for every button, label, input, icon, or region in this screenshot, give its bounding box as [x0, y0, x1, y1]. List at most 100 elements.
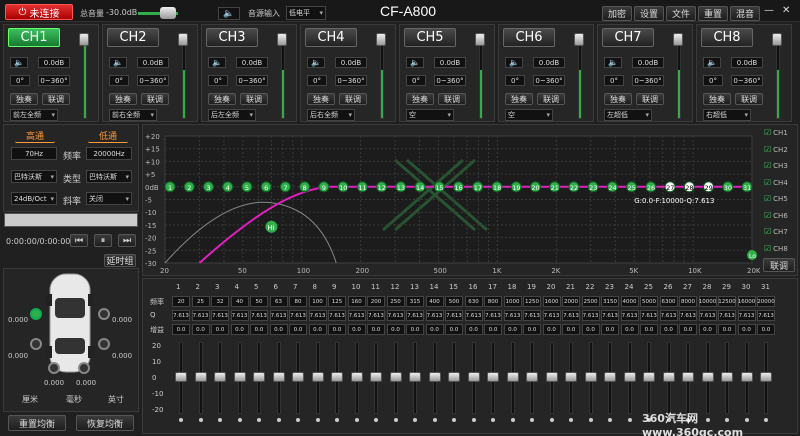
link-button[interactable]: 联调	[636, 93, 664, 105]
file-button[interactable]: 文件	[666, 6, 696, 21]
channel-delay-value[interactable]: 0°	[109, 75, 129, 86]
channel-select-button[interactable]: CH5	[404, 28, 456, 47]
channel-gain-value[interactable]: 0.0dB	[38, 57, 70, 68]
eq-band-freq-input[interactable]: 2000	[562, 296, 580, 307]
channel-phase-value[interactable]: 0~360°	[335, 75, 367, 86]
eq-band-gain-knob[interactable]	[448, 372, 460, 382]
eq-band-gain-knob[interactable]	[643, 372, 655, 382]
eq-band-gain-input[interactable]: 0.0	[757, 324, 775, 335]
settings-button[interactable]: 设置	[634, 6, 664, 21]
channel-delay-value[interactable]: 0°	[307, 75, 327, 86]
close-button[interactable]: ✕	[782, 5, 790, 16]
channel-volume-knob[interactable]	[475, 33, 485, 46]
channel-select-button[interactable]: CH4	[305, 28, 357, 47]
eq-band-gain-knob[interactable]	[175, 372, 187, 382]
eq-band-freq-input[interactable]: 5000	[640, 296, 658, 307]
channel-volume-knob[interactable]	[574, 33, 584, 46]
channel-select-button[interactable]: CH3	[206, 28, 258, 47]
eq-band-gain-input[interactable]: 0.0	[737, 324, 756, 335]
mute-icon[interactable]: 🔈	[406, 57, 424, 68]
reset-button[interactable]: 重置	[698, 6, 728, 21]
channel-gain-value[interactable]: 0.0dB	[533, 57, 565, 68]
source-input-select[interactable]: 低电平	[286, 6, 326, 20]
channel-position-select[interactable]: 前右全频	[109, 109, 157, 121]
eq-band-gain-input[interactable]: 0.0	[386, 324, 405, 335]
eq-band-freq-input[interactable]: 630	[464, 296, 483, 307]
eq-band-reset-dot[interactable]	[530, 418, 534, 422]
channel-check-1[interactable]: CH1	[764, 128, 788, 137]
next-track-button[interactable]: ⏭	[118, 234, 136, 247]
eq-band-q-input[interactable]: 7.613	[562, 310, 580, 321]
channel-select-button[interactable]: CH2	[107, 28, 159, 47]
eq-band-gain-input[interactable]: 0.0	[484, 324, 502, 335]
eq-band-q-input[interactable]: 7.613	[542, 310, 561, 321]
eq-band-freq-input[interactable]: 250	[386, 296, 405, 307]
eq-band-gain-input[interactable]: 0.0	[230, 324, 249, 335]
eq-band-gain-knob[interactable]	[409, 372, 421, 382]
eq-band-gain-knob[interactable]	[584, 372, 597, 382]
eq-band-freq-input[interactable]: 32	[211, 296, 229, 307]
eq-band-reset-dot[interactable]	[354, 418, 359, 422]
channel-volume-slider[interactable]	[578, 35, 582, 119]
eq-band-freq-input[interactable]: 40	[230, 296, 249, 307]
eq-band-freq-input[interactable]: 200	[367, 296, 385, 307]
eq-band-gain-input[interactable]: 0.0	[328, 324, 346, 335]
eq-band-q-input[interactable]: 7.613	[601, 310, 619, 321]
solo-button[interactable]: 独奏	[109, 93, 137, 105]
channel-position-select[interactable]: 后左全频	[208, 109, 256, 121]
eq-band-freq-input[interactable]: 1600	[542, 296, 561, 307]
unit-inch-radio[interactable]: 英寸	[108, 394, 124, 405]
eq-band-freq-input[interactable]: 16000	[737, 296, 756, 307]
channel-delay-value[interactable]: 0°	[505, 75, 525, 86]
connect-button[interactable]: ⏻ 未连接	[5, 4, 73, 20]
eq-band-freq-input[interactable]: 25	[191, 296, 210, 307]
eq-band-gain-input[interactable]: 0.0	[620, 324, 639, 335]
channel-position-select[interactable]: 空	[505, 109, 553, 121]
eq-band-q-input[interactable]: 7.613	[737, 310, 756, 321]
eq-band-freq-input[interactable]: 12500	[718, 296, 736, 307]
channel-delay-value[interactable]: 0°	[604, 75, 624, 86]
eq-band-freq-input[interactable]: 8000	[679, 296, 697, 307]
unit-ms-radio[interactable]: 毫秒	[66, 394, 82, 405]
eq-band-gain-knob[interactable]	[272, 372, 285, 382]
channel-gain-value[interactable]: 0.0dB	[434, 57, 466, 68]
delay-group-button[interactable]: 延时组	[104, 254, 136, 267]
channel-position-select[interactable]: 左超低	[604, 109, 652, 121]
eq-band-gain-input[interactable]: 0.0	[581, 324, 600, 335]
eq-band-q-input[interactable]: 7.613	[464, 310, 483, 321]
channel-select-button[interactable]: CH8	[701, 28, 753, 47]
pause-button[interactable]: ⏸	[94, 234, 112, 247]
eq-band-reset-dot[interactable]	[218, 418, 222, 422]
channel-select-button[interactable]: CH6	[503, 28, 555, 47]
eq-band-freq-input[interactable]: 6300	[659, 296, 678, 307]
solo-button[interactable]: 独奏	[703, 93, 731, 105]
lowpass-slope-select[interactable]: 关闭	[86, 192, 132, 205]
eq-band-reset-dot[interactable]	[315, 418, 320, 422]
eq-band-freq-input[interactable]: 315	[406, 296, 424, 307]
channel-select-button[interactable]: CH1	[8, 28, 60, 47]
link-button[interactable]: 联调	[42, 93, 70, 105]
channel-check-8[interactable]: CH8	[764, 244, 788, 253]
eq-band-reset-dot[interactable]	[257, 418, 261, 422]
highpass-tab[interactable]: 高通	[15, 129, 55, 143]
eq-band-q-input[interactable]: 7.613	[386, 310, 405, 321]
channel-volume-knob[interactable]	[79, 33, 89, 46]
eq-band-gain-input[interactable]: 0.0	[308, 324, 327, 335]
eq-band-gain-knob[interactable]	[506, 372, 519, 382]
eq-band-gain-input[interactable]: 0.0	[523, 324, 541, 335]
eq-band-freq-input[interactable]: 1000	[503, 296, 522, 307]
eq-band-freq-input[interactable]: 500	[445, 296, 463, 307]
minimize-button[interactable]: —	[764, 5, 774, 16]
eq-band-reset-dot[interactable]	[608, 418, 612, 422]
eq-band-q-input[interactable]: 7.613	[367, 310, 385, 321]
eq-band-gain-input[interactable]: 0.0	[542, 324, 561, 335]
solo-button[interactable]: 独奏	[208, 93, 236, 105]
eq-band-reset-dot[interactable]	[569, 418, 573, 422]
eq-band-freq-input[interactable]: 50	[250, 296, 268, 307]
mute-icon[interactable]: 🔈	[109, 57, 127, 68]
eq-band-gain-knob[interactable]	[526, 372, 538, 382]
eq-band-q-input[interactable]: 7.613	[718, 310, 736, 321]
channel-gain-value[interactable]: 0.0dB	[335, 57, 367, 68]
mute-icon[interactable]: 🔈	[604, 57, 622, 68]
eq-band-gain-knob[interactable]	[487, 372, 499, 382]
